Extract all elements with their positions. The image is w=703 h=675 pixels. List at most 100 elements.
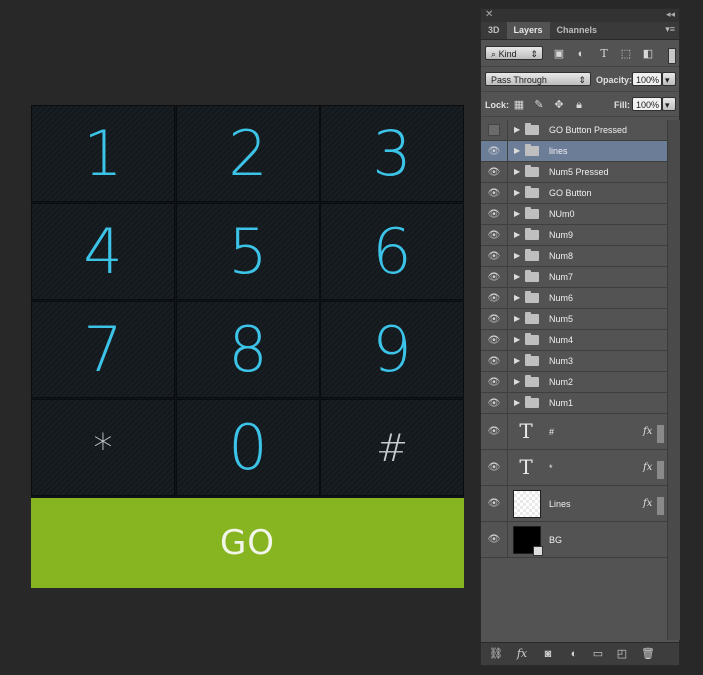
layer-row[interactable]: 👁︎ ▶ NUm0 <box>481 204 667 225</box>
layer-row[interactable]: 👁︎ ▶ Num5 Pressed <box>481 162 667 183</box>
fx-badge-icon[interactable]: fx <box>643 498 652 509</box>
eye-icon[interactable]: 👁︎ <box>481 309 508 329</box>
trash-icon[interactable]: 🗑︎ <box>641 647 655 661</box>
expand-triangle-icon[interactable]: ▶ <box>514 356 520 365</box>
expand-triangle-icon[interactable]: ▶ <box>514 335 520 344</box>
lock-all-icon[interactable]: 🔒︎ <box>573 99 585 111</box>
new-layer-icon[interactable]: ◰ <box>615 647 629 661</box>
expand-triangle-icon[interactable]: ▶ <box>514 251 520 260</box>
go-button[interactable]: GO <box>31 498 464 588</box>
fx-expand-icon[interactable] <box>657 425 664 443</box>
layers-scrollbar[interactable] <box>667 120 680 640</box>
eye-icon[interactable]: 👁︎ <box>481 486 508 521</box>
layer-row[interactable]: 👁︎ ▶ Num4 <box>481 330 667 351</box>
layer-row[interactable]: 👁︎ ▶ GO Button <box>481 183 667 204</box>
layer-row[interactable]: 👁︎ BG <box>481 522 667 558</box>
key-0[interactable]: 0 <box>176 399 320 496</box>
fx-expand-icon[interactable] <box>657 497 664 515</box>
eye-icon[interactable]: 👁︎ <box>481 267 508 287</box>
new-group-icon[interactable]: ▭ <box>591 647 605 661</box>
layer-row[interactable]: 👁︎ ▶ Num2 <box>481 372 667 393</box>
fill-dropdown-icon[interactable]: ▾ <box>662 97 676 111</box>
layer-row[interactable]: 👁︎ ▶ Num6 <box>481 288 667 309</box>
image-filter-icon[interactable]: ▣ <box>553 48 565 60</box>
eye-icon[interactable]: 👁︎ <box>481 393 508 413</box>
panel-menu-icon[interactable]: ▾≡ <box>665 24 675 35</box>
lock-transparency-icon[interactable]: ▦ <box>513 99 525 111</box>
layer-row[interactable]: 👁︎ ▶ Num8 <box>481 246 667 267</box>
expand-triangle-icon[interactable]: ▶ <box>514 398 520 407</box>
expand-triangle-icon[interactable]: ▶ <box>514 167 520 176</box>
layer-row[interactable]: ▶ GO Button Pressed <box>481 120 667 141</box>
visibility-off-icon[interactable] <box>481 120 508 140</box>
shape-filter-icon[interactable]: ⬚ <box>620 48 632 60</box>
add-mask-icon[interactable]: ◙ <box>541 647 555 661</box>
eye-icon[interactable]: 👁︎ <box>481 330 508 350</box>
expand-triangle-icon[interactable]: ▶ <box>514 230 520 239</box>
expand-triangle-icon[interactable]: ▶ <box>514 209 520 218</box>
collapse-icon[interactable]: ◂◂ <box>666 9 675 20</box>
eye-icon[interactable]: 👁︎ <box>481 522 508 557</box>
adjustment-filter-icon[interactable]: ◐ <box>575 48 587 60</box>
lock-move-icon[interactable]: ✥ <box>553 99 565 111</box>
layer-row[interactable]: 👁︎ T # fx <box>481 414 667 450</box>
fill-input[interactable]: 100% <box>632 97 662 111</box>
link-layers-icon[interactable]: ⛓ <box>489 647 503 661</box>
expand-triangle-icon[interactable]: ▶ <box>514 188 520 197</box>
key-1[interactable]: 1 <box>31 105 175 202</box>
eye-icon[interactable]: 👁︎ <box>481 225 508 245</box>
expand-triangle-icon[interactable]: ▶ <box>514 125 520 134</box>
type-filter-icon[interactable]: T <box>598 48 610 60</box>
filter-toggle[interactable] <box>668 48 676 64</box>
eye-icon[interactable]: 👁︎ <box>481 351 508 371</box>
eye-icon[interactable]: 👁︎ <box>481 162 508 182</box>
expand-triangle-icon[interactable]: ▶ <box>514 314 520 323</box>
key-star[interactable]: * <box>31 399 175 496</box>
eye-icon[interactable]: 👁︎ <box>481 288 508 308</box>
tab-channels[interactable]: Channels <box>550 22 605 39</box>
opacity-input[interactable]: 100% <box>632 72 662 86</box>
adjustment-layer-icon[interactable]: ◐ <box>567 647 581 661</box>
lock-brush-icon[interactable]: ✎ <box>533 99 545 111</box>
layer-row[interactable]: 👁︎ ▶ Num1 <box>481 393 667 414</box>
expand-triangle-icon[interactable]: ▶ <box>514 146 520 155</box>
key-6[interactable]: 6 <box>320 203 464 300</box>
layer-row[interactable]: 👁︎ ▶ Num9 <box>481 225 667 246</box>
smartobject-filter-icon[interactable]: ◧ <box>642 48 654 60</box>
key-8[interactable]: 8 <box>176 301 320 398</box>
key-2[interactable]: 2 <box>176 105 320 202</box>
eye-icon[interactable]: 👁︎ <box>481 450 508 485</box>
eye-icon[interactable]: 👁︎ <box>481 204 508 224</box>
filter-kind-select[interactable]: ⌕ Kind ⇕ <box>485 46 543 60</box>
key-3[interactable]: 3 <box>320 105 464 202</box>
eye-icon[interactable]: 👁︎ <box>481 372 508 392</box>
expand-triangle-icon[interactable]: ▶ <box>514 377 520 386</box>
layer-row[interactable]: 👁︎ ▶ lines <box>481 141 667 162</box>
eye-icon[interactable]: 👁︎ <box>481 414 508 449</box>
layer-row[interactable]: 👁︎ ▶ Num3 <box>481 351 667 372</box>
fx-badge-icon[interactable]: fx <box>643 462 652 473</box>
fx-icon[interactable]: fx <box>515 647 529 661</box>
eye-icon[interactable]: 👁︎ <box>481 141 508 161</box>
close-icon[interactable]: ✕ <box>485 9 493 20</box>
key-4[interactable]: 4 <box>31 203 175 300</box>
layer-row[interactable]: 👁︎ T * fx <box>481 450 667 486</box>
expand-triangle-icon[interactable]: ▶ <box>514 272 520 281</box>
fx-badge-icon[interactable]: fx <box>643 426 652 437</box>
layers-bottom-toolbar: ⛓ fx ◙ ◐ ▭ ◰ 🗑︎ <box>481 642 679 665</box>
layer-row[interactable]: 👁︎ ▶ Num7 <box>481 267 667 288</box>
opacity-dropdown-icon[interactable]: ▾ <box>662 72 676 86</box>
tab-layers[interactable]: Layers <box>506 22 550 39</box>
eye-icon[interactable]: 👁︎ <box>481 183 508 203</box>
key-9[interactable]: 9 <box>320 301 464 398</box>
layer-row[interactable]: 👁︎ ▶ Num5 <box>481 309 667 330</box>
layer-row[interactable]: 👁︎ Lines fx <box>481 486 667 522</box>
key-7[interactable]: 7 <box>31 301 175 398</box>
tab-3d[interactable]: 3D <box>481 22 507 39</box>
key-5[interactable]: 5 <box>176 203 320 300</box>
eye-icon[interactable]: 👁︎ <box>481 246 508 266</box>
expand-triangle-icon[interactable]: ▶ <box>514 293 520 302</box>
blend-mode-select[interactable]: Pass Through ⇕ <box>485 72 591 86</box>
key-hash[interactable]: # <box>320 399 464 496</box>
fx-expand-icon[interactable] <box>657 461 664 479</box>
